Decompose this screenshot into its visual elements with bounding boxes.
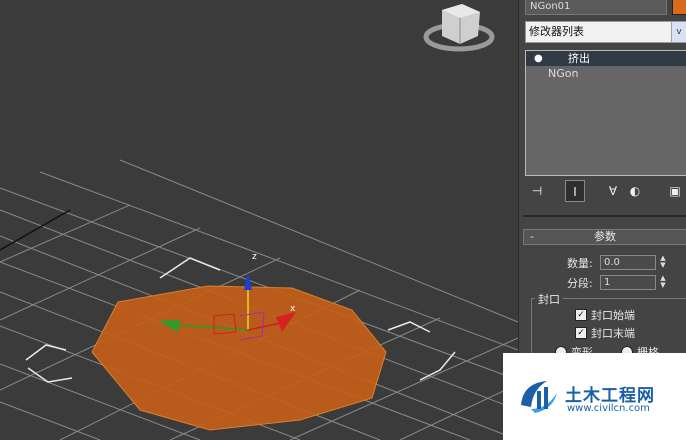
stack-item-ngon[interactable]: NGon: [526, 66, 686, 81]
axis-x-label: x: [290, 304, 296, 314]
amount-input[interactable]: 0.0: [600, 255, 656, 270]
stack-item-extrude[interactable]: ● 挤出: [526, 51, 686, 66]
object-color-swatch[interactable]: [672, 0, 686, 15]
modifier-stack[interactable]: ● 挤出 NGon: [525, 50, 686, 176]
rollout-parameters-header[interactable]: - 参数: [523, 229, 686, 245]
viewcube-icon[interactable]: [423, 4, 495, 52]
viewport[interactable]: z x: [0, 0, 518, 440]
object-name-field[interactable]: NGon01: [525, 0, 667, 15]
amount-spinner-icon[interactable]: ▲ ▼: [658, 255, 668, 270]
grid-axis-line: [0, 209, 71, 251]
ngon-shape[interactable]: [91, 285, 387, 431]
site-logo-icon: [521, 381, 557, 413]
cap-group-title: 封口: [535, 291, 563, 307]
segments-spinner-icon[interactable]: ▲ ▼: [658, 275, 668, 290]
amount-label: 数量:: [567, 257, 593, 270]
remove-modifier-icon[interactable]: ◐: [625, 180, 645, 202]
watermark-url: www.civilcn.com: [567, 403, 650, 414]
stack-toolbar: ⊣ I ∀ ◐ ▣: [525, 180, 686, 204]
chevron-down-icon[interactable]: v: [671, 22, 686, 42]
configure-modifier-sets-icon[interactable]: ▣: [665, 180, 685, 202]
show-end-result-icon[interactable]: I: [565, 180, 585, 202]
cap-start-label: 封口始端: [591, 309, 635, 322]
rollout-title: 参数: [594, 230, 616, 243]
segments-label: 分段:: [567, 277, 593, 290]
cap-end-checkbox[interactable]: ✓: [575, 327, 587, 339]
stack-item-label: 挤出: [568, 52, 590, 65]
stack-item-label: NGon: [548, 67, 579, 80]
pin-stack-icon[interactable]: ⊣: [527, 180, 547, 202]
divider: [523, 215, 686, 217]
watermark: 土木工程网 www.civilcn.com: [503, 353, 686, 440]
cap-end-label: 封口末端: [591, 327, 635, 340]
cap-start-checkbox[interactable]: ✓: [575, 309, 587, 321]
viewport-scene[interactable]: z x: [0, 0, 518, 440]
segments-input[interactable]: 1: [600, 275, 656, 290]
modifier-list-label: 修改器列表: [529, 25, 584, 38]
modifier-list-dropdown[interactable]: 修改器列表 v: [525, 21, 686, 43]
lightbulb-icon[interactable]: ●: [534, 51, 546, 66]
make-unique-icon[interactable]: ∀: [603, 180, 623, 202]
axis-z-label: z: [252, 252, 257, 262]
